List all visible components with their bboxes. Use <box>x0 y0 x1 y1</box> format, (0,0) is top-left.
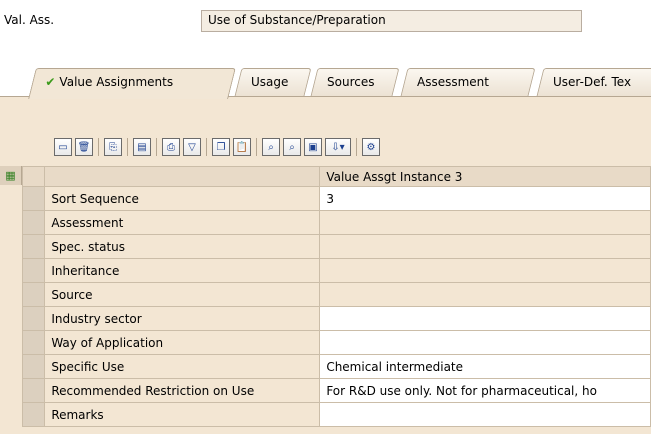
row-selector[interactable] <box>21 378 46 403</box>
row-selector[interactable] <box>21 306 46 331</box>
row-label: Source <box>44 282 321 307</box>
row-value[interactable]: 3 <box>319 186 651 211</box>
row-label: Assessment <box>44 210 321 235</box>
grid-toolbar: ▭ 🗑 ⎘ ▤ ⎙ ▽ ❐ 📋 ⌕ ⌕ ▣ ⇩▾ ⚙ <box>54 136 383 158</box>
row-value[interactable]: For R&D use only. Not for pharmaceutical… <box>319 378 651 403</box>
row-value[interactable] <box>319 234 651 259</box>
tab-strip: ✔ Value Assignments Usage Sources Assessm… <box>0 68 651 99</box>
row-selector[interactable] <box>21 282 46 307</box>
val-ass-label: Val. Ass. <box>4 13 55 27</box>
row-label: Inheritance <box>44 258 321 283</box>
paste-icon[interactable]: 📋 <box>233 138 251 156</box>
row-label: Recommended Restriction on Use <box>44 378 321 403</box>
grid-header-row: Value Assgt Instance 3 <box>21 166 651 187</box>
val-ass-field[interactable]: Use of Substance/Preparation <box>201 10 582 32</box>
row-value[interactable] <box>319 306 651 331</box>
table-row: Recommended Restriction on Use For R&D us… <box>21 378 651 403</box>
row-selector[interactable] <box>21 234 46 259</box>
checkmark-icon: ✔ <box>45 75 56 89</box>
row-value[interactable] <box>319 330 651 355</box>
row-value[interactable] <box>319 258 651 283</box>
row-label: Sort Sequence <box>44 186 321 211</box>
row-label: Specific Use <box>44 354 321 379</box>
find-next-icon[interactable]: ⌕ <box>283 138 301 156</box>
row-label: Spec. status <box>44 234 321 259</box>
tab-user-def-texts[interactable]: User-Def. Tex <box>536 68 651 96</box>
table-row: Remarks <box>21 402 651 427</box>
row-selector[interactable] <box>21 258 46 283</box>
row-label: Way of Application <box>44 330 321 355</box>
row-selector[interactable] <box>21 210 46 235</box>
row-label: Industry sector <box>44 306 321 331</box>
find-icon[interactable]: ⌕ <box>262 138 280 156</box>
print-preview-icon[interactable]: ▣ <box>304 138 322 156</box>
row-value[interactable] <box>319 282 651 307</box>
table-row: Industry sector <box>21 306 651 331</box>
table-row: Assessment <box>21 210 651 235</box>
copy-doc-icon[interactable]: ❐ <box>212 138 230 156</box>
copy-icon[interactable]: ⎘ <box>104 138 122 156</box>
tab-value-assignments[interactable]: ✔ Value Assignments <box>28 68 236 99</box>
table-row: Way of Application <box>21 330 651 355</box>
value-assignment-grid: Value Assgt Instance 3 Sort Sequence 3 Ass… <box>21 166 651 427</box>
filter-icon[interactable]: ▽ <box>183 138 201 156</box>
row-value[interactable] <box>319 210 651 235</box>
row-selector[interactable] <box>21 402 46 427</box>
print-icon[interactable]: ⎙ <box>162 138 180 156</box>
table-row: Spec. status <box>21 234 651 259</box>
tab-assessment[interactable]: Assessment <box>400 68 536 96</box>
table-row: Specific Use Chemical intermediate <box>21 354 651 379</box>
row-selector[interactable] <box>21 330 46 355</box>
insert-icon[interactable]: ▤ <box>133 138 151 156</box>
column-header: Value Assgt Instance 3 <box>319 166 651 187</box>
select-all-icon[interactable]: ▦ <box>0 166 22 185</box>
table-row: Sort Sequence 3 <box>21 186 651 211</box>
table-row: Inheritance <box>21 258 651 283</box>
row-selector[interactable] <box>21 186 46 211</box>
row-value[interactable]: Chemical intermediate <box>319 354 651 379</box>
new-icon[interactable]: ▭ <box>54 138 72 156</box>
export-icon[interactable]: ⇩▾ <box>325 138 351 156</box>
tab-usage[interactable]: Usage <box>234 68 312 96</box>
row-value[interactable] <box>319 402 651 427</box>
settings-icon[interactable]: ⚙ <box>362 138 380 156</box>
row-label: Remarks <box>44 402 321 427</box>
table-row: Source <box>21 282 651 307</box>
row-selector[interactable] <box>21 354 46 379</box>
tab-sources[interactable]: Sources <box>310 68 400 96</box>
delete-icon[interactable]: 🗑 <box>75 138 93 156</box>
